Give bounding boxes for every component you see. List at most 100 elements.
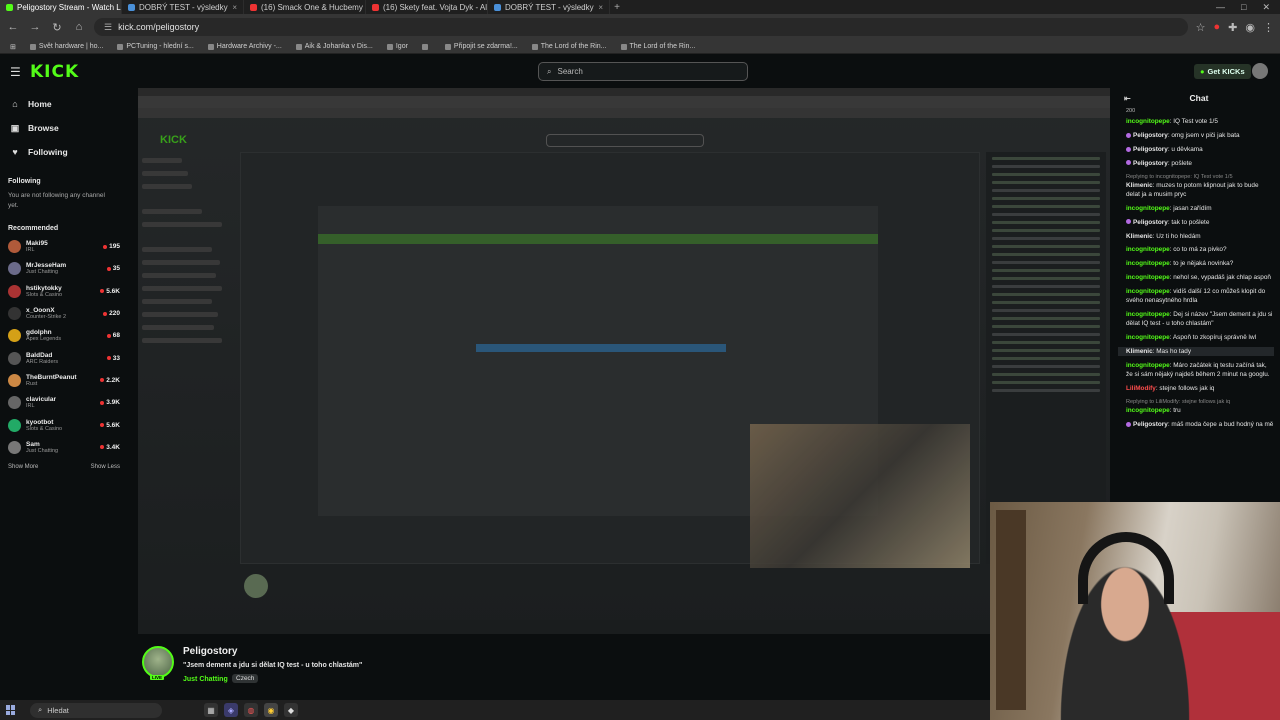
taskbar-app-icon[interactable]: ◍ [244,703,258,717]
bookmark-item[interactable]: PCTuning - hlední s... [117,43,194,50]
new-tab-icon[interactable]: + [610,2,624,13]
recommended-channel[interactable]: gdolphn Apex Legends 68 [8,325,120,347]
site-info-icon[interactable]: ☰ [104,22,112,33]
profile-icon[interactable]: ◉ [1245,21,1255,34]
forward-icon[interactable]: → [28,21,42,33]
bookmark-item[interactable]: Svět hardware | ho... [29,43,103,50]
extension-icon[interactable]: ● [1214,21,1221,33]
show-more-link[interactable]: Show More [8,464,38,470]
taskbar-search-input[interactable]: ⌕ Hledat [30,702,162,718]
chat-message[interactable]: incognitopepe: Aspoň to zkopíruj správně… [1126,333,1274,342]
chat-username[interactable]: Peligostory [1133,146,1168,153]
reload-icon[interactable]: ↻ [50,21,64,34]
chat-username[interactable]: Peligostory [1133,132,1168,139]
chat-message[interactable]: Peligostory: u děvkama [1126,145,1274,154]
close-tab-icon[interactable]: × [598,3,603,12]
chat-message[interactable]: incognitopepe: jasan zařídím [1126,204,1274,213]
chat-username[interactable]: incognitopepe [1126,334,1170,341]
hamburger-menu-icon[interactable]: ☰ [10,65,21,79]
chat-username[interactable]: incognitopepe [1126,118,1170,125]
chat-message[interactable]: Peligostory: tak to pošlete [1126,218,1274,227]
chat-message[interactable]: Replying to LiliModify: stejne follows j… [1126,398,1274,415]
chat-username[interactable]: incognitopepe [1126,205,1170,212]
extensions-puzzle-icon[interactable]: ✚ [1228,21,1237,34]
close-tab-icon[interactable]: × [232,3,237,12]
taskbar-app-icon[interactable]: ▦ [204,703,218,717]
get-kicks-button[interactable]: ● Get KICKs [1194,64,1251,79]
chat-message[interactable]: Replying to incognitopepe: IQ Test vote … [1126,173,1274,200]
back-icon[interactable]: ← [6,21,20,33]
recommended-channel[interactable]: TheBurntPeanut Rust 2.2K [8,369,120,391]
recommended-channel[interactable]: MrJesseHam Just Chatting 35 [8,258,120,280]
bookmark-item[interactable]: Hardware Archivy -... [207,43,282,50]
chat-message[interactable]: incognitopepe: vidíš další 12 co můžeš k… [1126,287,1274,306]
chat-username[interactable]: incognitopepe [1126,288,1170,295]
show-less-link[interactable]: Show Less [91,464,120,470]
minimize-icon[interactable]: — [1216,2,1225,13]
chat-message[interactable]: Klimenic: Mas ho tady [1118,347,1274,357]
chat-message[interactable]: Klimenic: Uz ti ho hledám [1126,232,1274,241]
chat-username[interactable]: Peligostory [1133,160,1168,167]
chat-username[interactable]: Klimenic [1126,348,1153,355]
taskbar-app-icon[interactable]: ◆ [284,703,298,717]
video-player[interactable]: KICK [138,88,1110,634]
browser-menu-icon[interactable]: ⋮ [1263,21,1274,34]
close-window-icon[interactable]: ✕ [1262,2,1270,13]
recommended-channel[interactable]: BaldDad ARC Raiders 33 [8,347,120,369]
chat-username[interactable]: incognitopepe [1126,311,1170,318]
chat-username[interactable]: incognitopepe [1126,274,1170,281]
search-input[interactable]: ⌕ Search [538,62,748,81]
recommended-channel[interactable]: hstikytokky Slots & Casino 5.6K [8,280,120,302]
chat-username[interactable]: Peligostory [1133,421,1168,428]
browser-tab[interactable]: Peligostory Stream - Watch Live× [0,0,122,14]
recommended-channel[interactable]: kyootbot Slots & Casino 5.6K [8,414,120,436]
browser-tab[interactable]: (16) Skety feat. Vojta Dyk - Alk× [366,0,488,14]
chat-message[interactable]: incognitopepe: co to má za pivko? [1126,245,1274,254]
browser-tab[interactable]: (16) Smack One & Hucbemy -× [244,0,366,14]
taskbar-app-icon[interactable]: ◈ [224,703,238,717]
bookmark-item[interactable]: The Lord of the Rin... [620,43,695,50]
recommended-channel[interactable]: x_OoonX Counter-Strike 2 220 [8,302,120,324]
bookmark-item[interactable]: Aik & Johanka v Dis... [295,43,373,50]
bookmark-item[interactable]: The Lord of the Rin... [531,43,607,50]
sidebar-nav-home[interactable]: ⌂ Home [8,92,120,116]
chrome-icon[interactable]: ◉ [264,703,278,717]
chat-message[interactable]: LiliModify: stejne follows jak iq [1126,384,1274,393]
browser-tab[interactable]: DOBRÝ TEST - výsledky × [488,0,610,14]
collapse-chat-icon[interactable]: ⇤ [1124,94,1131,103]
streamer-name[interactable]: Peligostory [183,646,237,657]
chat-message[interactable]: incognitopepe: IQ Test vote 1/5 [1126,117,1274,126]
recommended-channel[interactable]: Maki95 IRL 195 [8,236,120,258]
bookmark-item[interactable]: Igor [386,43,408,50]
chat-username[interactable]: Peligostory [1133,219,1168,226]
recommended-channel[interactable]: clavicular IRL 3.9K [8,392,120,414]
streamer-avatar[interactable] [142,646,174,678]
browser-tab[interactable]: DOBRÝ TEST - výsledky × [122,0,244,14]
chat-message[interactable]: incognitopepe: Máro začátek iq testu zač… [1126,361,1274,380]
chat-message[interactable]: Peligostory: máš moda čepe a bud hodný n… [1126,420,1274,429]
kick-logo[interactable]: KICK [30,62,79,82]
chat-username[interactable]: incognitopepe [1126,362,1170,369]
chat-message[interactable]: Peligostory: omg jsem v piči jak bata [1126,131,1274,140]
windows-start-icon[interactable] [6,705,16,715]
chat-username[interactable]: incognitopepe [1126,260,1170,267]
sidebar-nav-browse[interactable]: ▣ Browse [8,116,120,140]
bookmark-item[interactable]: Připojit se zdarma!... [444,43,518,50]
chat-username[interactable]: Klimenic [1126,182,1153,189]
maximize-icon[interactable]: □ [1241,2,1246,13]
recommended-channel[interactable]: Sam Just Chatting 3.4K [8,436,120,458]
chat-message[interactable]: incognitopepe: nehol se, vypadáš jak chl… [1126,273,1274,282]
url-bar[interactable]: ☰ kick.com/peligostory [94,18,1188,36]
chat-username[interactable]: LiliModify [1126,385,1156,392]
chat-username[interactable]: incognitopepe [1126,407,1170,414]
stream-tag[interactable]: Czech [232,674,259,683]
user-avatar[interactable] [1252,63,1268,79]
chat-message[interactable]: incognitopepe: to je nějaká novinka? [1126,259,1274,268]
sidebar-nav-following[interactable]: ♥ Following [8,140,120,164]
bookmark-star-icon[interactable]: ☆ [1196,21,1206,34]
chat-message[interactable]: incognitopepe: Dej si název "Jsem dement… [1126,310,1274,329]
stream-category[interactable]: Just Chatting [183,676,228,683]
home-browser-icon[interactable]: ⌂ [72,21,86,33]
chat-message[interactable]: Peligostory: pošlete [1126,159,1274,168]
apps-grid-icon[interactable]: ⊞ [10,43,16,51]
